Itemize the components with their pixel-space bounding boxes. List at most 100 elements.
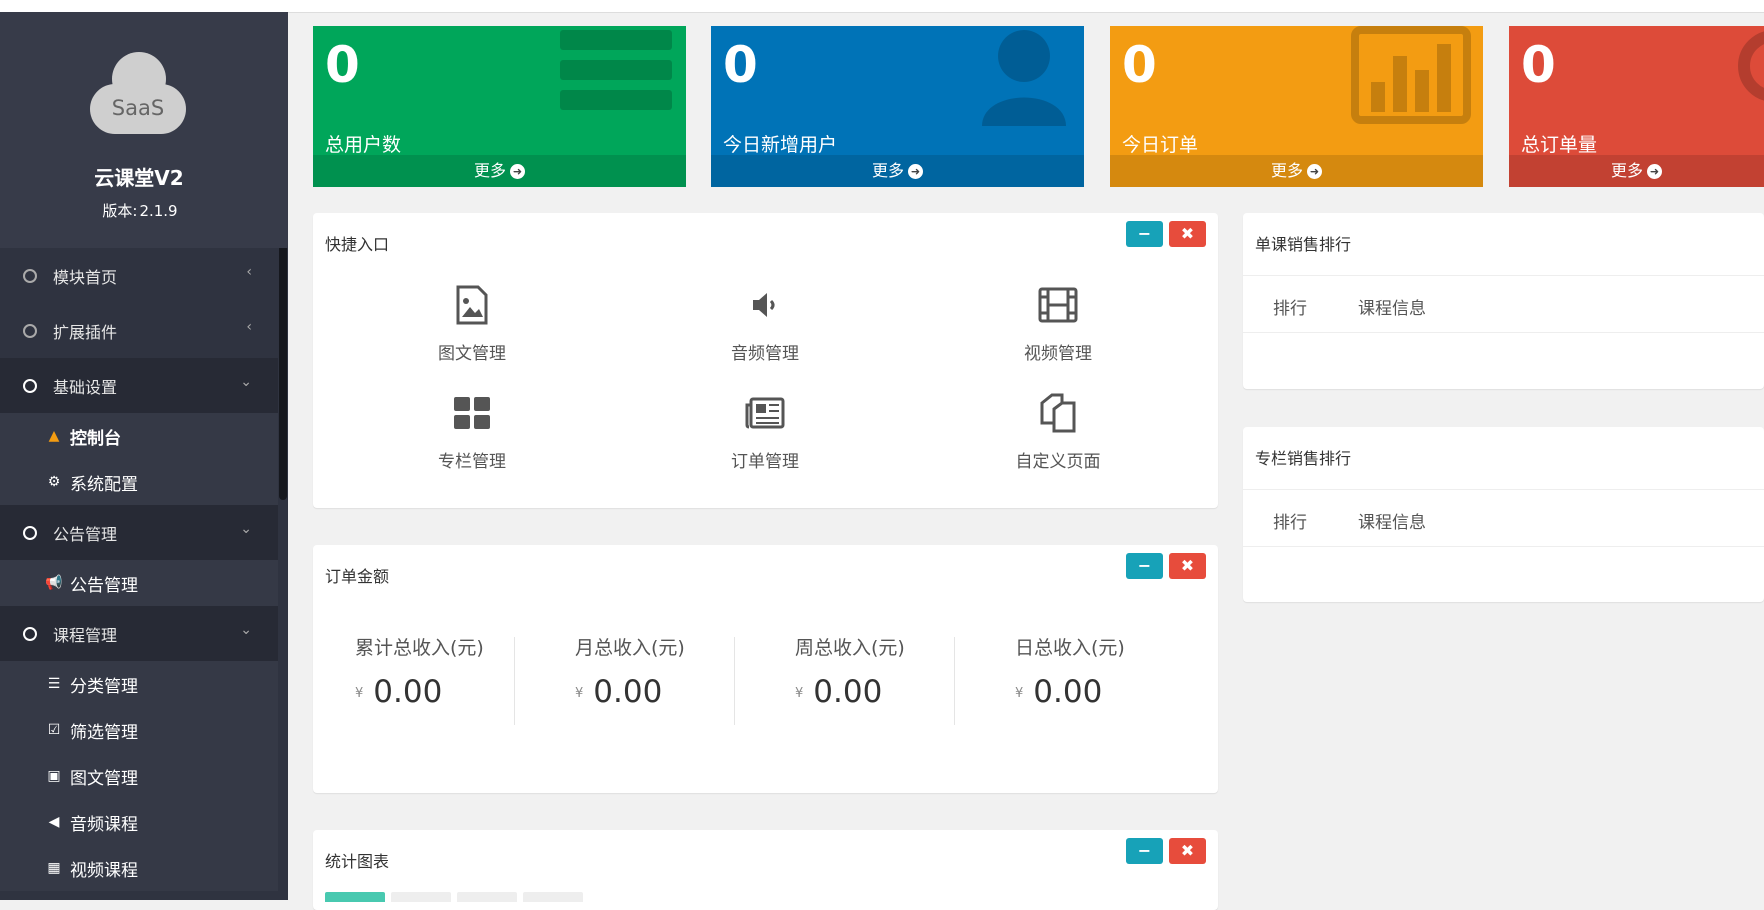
ranking-header: 排行 课程信息	[1243, 489, 1764, 547]
quick-label: 音频管理	[731, 344, 799, 364]
divider	[514, 637, 515, 725]
panel-title: 专栏销售排行	[1255, 449, 1352, 468]
th-large-icon	[454, 397, 490, 429]
quick-item-custom-page[interactable]: 自定义页面	[958, 393, 1158, 472]
menu-announcement-manage[interactable]: 📢 公告管理	[0, 560, 278, 606]
menu-category[interactable]: ☰ 分类管理	[0, 661, 278, 707]
minimize-button[interactable]: −	[1126, 221, 1163, 247]
menu-label: 系统配置	[70, 474, 138, 495]
chevron-down-icon: ⌄	[240, 622, 252, 638]
chevron-left-icon: ‹	[246, 264, 252, 280]
menu-video[interactable]: ▦ 视频课程	[0, 845, 278, 891]
stat-more-link[interactable]: 更多 ➜	[313, 155, 686, 187]
bullhorn-icon: 📢	[45, 575, 63, 591]
volume-icon	[753, 293, 775, 317]
files-icon	[1040, 393, 1076, 433]
quick-item-article[interactable]: 图文管理	[372, 285, 572, 364]
order-revenue-panel: 订单金额 − ✖ 累计总收入(元) ¥0.00 月总收入(元) ¥0.00 周总…	[313, 545, 1218, 793]
stat-label: 今日新增用户	[723, 134, 838, 156]
close-button[interactable]: ✖	[1169, 553, 1206, 579]
quick-item-audio[interactable]: 音频管理	[665, 285, 865, 364]
revenue-value: 0.00	[373, 674, 443, 710]
panel-title: 快捷入口	[325, 235, 390, 254]
minimize-button[interactable]: −	[1126, 553, 1163, 579]
menu-announcements[interactable]: 公告管理 ⌄	[0, 505, 278, 560]
more-label: 更多	[871, 161, 904, 180]
more-label: 更多	[473, 161, 506, 180]
stat-total-orders: 0 总订单量 更多 ➜	[1509, 26, 1764, 187]
menu-label: 控制台	[70, 428, 121, 449]
arrow-circle-right-icon: ➜	[1307, 164, 1322, 179]
panel-title: 统计图表	[325, 852, 390, 871]
menu-audio[interactable]: ◀ 音频课程	[0, 799, 278, 845]
film-icon: ▦	[47, 860, 61, 876]
area-chart-icon: ▲	[48, 428, 60, 444]
newspaper-icon	[745, 397, 785, 429]
ring-icon	[1738, 31, 1764, 101]
app-version: 版本: 2.1.9	[0, 200, 278, 221]
quick-label: 订单管理	[731, 452, 799, 472]
chart-tab[interactable]	[457, 892, 517, 902]
menu-label: 视频课程	[70, 860, 138, 881]
stat-more-link[interactable]: 更多 ➜	[1509, 155, 1764, 187]
revenue-label: 累计总收入(元)	[355, 637, 484, 659]
chart-tab[interactable]	[325, 892, 385, 902]
logo-text: SaaS	[111, 96, 165, 120]
menu-label: 公告管理	[70, 575, 138, 596]
stat-value: 0	[723, 36, 758, 94]
menu-label: 音频课程	[70, 814, 138, 835]
col-rank: 排行	[1273, 299, 1307, 319]
revenue-label: 月总收入(元)	[575, 637, 685, 659]
menu-courses[interactable]: 课程管理 ⌄	[0, 606, 278, 661]
app-name: 云课堂V2	[94, 166, 184, 190]
revenue-week: 周总收入(元) ¥0.00	[795, 633, 995, 723]
stat-more-link[interactable]: 更多 ➜	[1110, 155, 1483, 187]
menu-console[interactable]: ▲ 控制台	[0, 413, 278, 459]
minimize-button[interactable]: −	[1126, 838, 1163, 864]
arrow-circle-right-icon: ➜	[908, 164, 923, 179]
quick-item-orders[interactable]: 订单管理	[665, 393, 865, 472]
version-label: 版本:	[102, 202, 138, 220]
file-image-icon	[456, 285, 488, 325]
menu-label: 课程管理	[53, 625, 118, 645]
quick-access-panel: 快捷入口 − ✖ 图文管理 音频管理 视频管理 专栏管理 订单管理 自定义页面	[313, 213, 1218, 508]
file-image-icon: ▣	[47, 768, 61, 784]
revenue-label: 周总收入(元)	[795, 637, 905, 659]
menu-module-home[interactable]: 模块首页 ‹	[0, 248, 278, 303]
chart-tab[interactable]	[523, 892, 583, 902]
menu-basic-settings[interactable]: 基础设置 ⌄	[0, 358, 278, 413]
film-icon	[1038, 287, 1078, 323]
chart-tab[interactable]	[391, 892, 451, 902]
panel-title: 订单金额	[325, 567, 390, 586]
sidebar: SaaS 云课堂V2 版本: 2.1.9 模块首页 ‹ 扩展插件 ‹ 基础设置 ⌄…	[0, 12, 288, 900]
divider	[734, 637, 735, 725]
revenue-value: 0.00	[593, 674, 663, 710]
quick-item-video[interactable]: 视频管理	[958, 285, 1158, 364]
arrow-circle-right-icon: ➜	[510, 164, 525, 179]
table-icon	[560, 30, 672, 110]
stat-label: 总用户数	[325, 134, 402, 156]
saas-logo: SaaS	[90, 52, 190, 136]
menu-article[interactable]: ▣ 图文管理	[0, 753, 278, 799]
close-button[interactable]: ✖	[1169, 221, 1206, 247]
revenue-value: 0.00	[1033, 674, 1103, 710]
revenue-total: 累计总收入(元) ¥0.00	[355, 633, 555, 723]
chevron-down-icon: ⌄	[240, 374, 252, 390]
menu-label: 基础设置	[53, 377, 118, 397]
menu-label: 扩展插件	[53, 322, 118, 342]
close-button[interactable]: ✖	[1169, 838, 1206, 864]
stat-value: 0	[325, 36, 360, 94]
stat-more-link[interactable]: 更多 ➜	[711, 155, 1084, 187]
circle-icon	[23, 378, 37, 393]
col-rank: 排行	[1273, 513, 1307, 533]
stat-label: 总订单量	[1521, 134, 1598, 156]
menu-system-config[interactable]: ⚙ 系统配置	[0, 459, 278, 505]
menu-extensions[interactable]: 扩展插件 ‹	[0, 303, 278, 358]
currency-symbol: ¥	[575, 686, 584, 701]
quick-label: 图文管理	[438, 344, 506, 364]
menu-filter[interactable]: ☑ 筛选管理	[0, 707, 278, 753]
panel-title: 单课销售排行	[1255, 235, 1352, 254]
stat-value: 0	[1122, 36, 1157, 94]
divider	[954, 637, 955, 725]
quick-item-column[interactable]: 专栏管理	[372, 393, 572, 472]
